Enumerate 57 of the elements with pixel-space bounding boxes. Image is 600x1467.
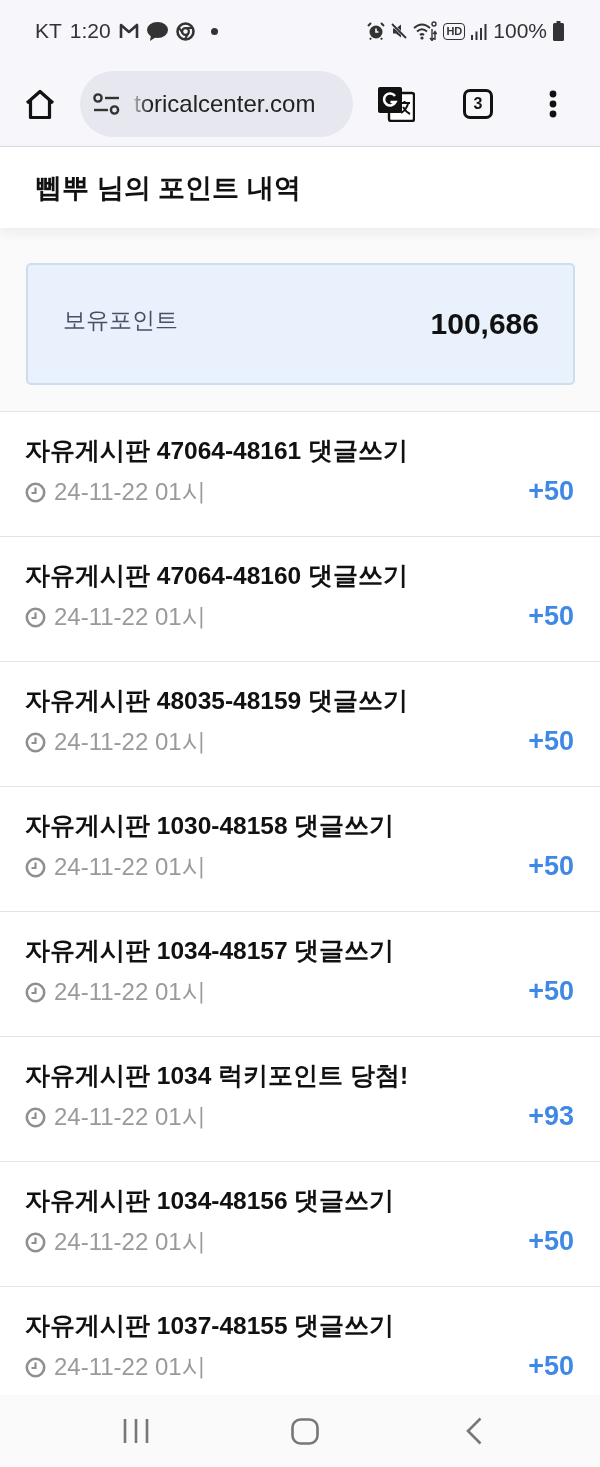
entry-title: 자유게시판 1030-48158 댓글쓰기 <box>25 811 396 841</box>
hd-indicator: HD <box>443 22 466 40</box>
menu-button[interactable] <box>549 90 557 118</box>
balance-label: 보유포인트 <box>63 305 178 335</box>
notification-dot-icon <box>210 27 218 35</box>
entry-points: +50 <box>528 976 574 1006</box>
entry-date: 24-11-22 01시 <box>54 727 206 757</box>
clock-icon <box>25 1231 46 1253</box>
wifi-icon <box>413 21 438 41</box>
mute-icon <box>391 23 408 39</box>
entry-date: 24-11-22 01시 <box>54 477 206 507</box>
entry-date: 24-11-22 01시 <box>54 1352 206 1382</box>
address-bar[interactable]: toricalcenter.com <box>80 71 353 137</box>
battery-icon <box>553 21 564 41</box>
page-title: 뻽뿌 님의 포인트 내역 <box>35 171 301 205</box>
entry-title: 자유게시판 48035-48159 댓글쓰기 <box>25 686 410 716</box>
entry-points: +50 <box>528 1351 574 1381</box>
alarm-icon <box>367 22 386 40</box>
entry-title: 자유게시판 1034 럭키포인트 당첨! <box>25 1061 410 1091</box>
home-nav-button[interactable] <box>290 1417 319 1445</box>
entry-title: 자유게시판 47064-48161 댓글쓰기 <box>25 436 410 466</box>
entry-date: 24-11-22 01시 <box>54 852 206 882</box>
carrier-name: KT <box>35 19 62 43</box>
entry-date: 24-11-22 01시 <box>54 1102 206 1132</box>
translate-button[interactable] <box>377 86 415 122</box>
entry-title: 자유게시판 1037-48155 댓글쓰기 <box>25 1311 396 1341</box>
tab-switcher-button[interactable]: 3 <box>463 89 493 119</box>
clock-icon <box>25 731 46 753</box>
clock-icon <box>25 856 46 878</box>
clock-time: 1:20 <box>69 19 111 43</box>
browser-ring-icon <box>175 21 195 41</box>
entry-points: +50 <box>528 1226 574 1256</box>
entry-points: +50 <box>528 601 574 631</box>
mail-icon <box>118 23 139 39</box>
chat-bubble-icon <box>146 21 168 41</box>
entry-title: 자유게시판 1034-48156 댓글쓰기 <box>25 1186 396 1216</box>
balance-value: 100,686 <box>430 307 539 341</box>
clock-icon <box>25 606 46 628</box>
clock-icon <box>25 1106 46 1128</box>
signal-icon <box>471 22 488 40</box>
entry-date: 24-11-22 01시 <box>54 977 206 1007</box>
clock-icon <box>25 981 46 1003</box>
home-button[interactable] <box>24 88 56 120</box>
entry-date: 24-11-22 01시 <box>54 1227 206 1257</box>
entry-points: +50 <box>528 726 574 756</box>
entry-points: +50 <box>528 476 574 506</box>
battery-percent: 100% <box>493 19 547 43</box>
entry-title: 자유게시판 47064-48160 댓글쓰기 <box>25 561 410 591</box>
entry-points: +50 <box>528 851 574 881</box>
clock-icon <box>25 1356 46 1378</box>
entry-date: 24-11-22 01시 <box>54 602 206 632</box>
clock-icon <box>25 481 46 503</box>
entry-points: +93 <box>528 1101 574 1131</box>
site-settings-icon[interactable] <box>93 93 120 115</box>
back-button[interactable] <box>465 1417 482 1445</box>
entry-title: 자유게시판 1034-48157 댓글쓰기 <box>25 936 396 966</box>
recent-apps-button[interactable] <box>122 1418 149 1444</box>
